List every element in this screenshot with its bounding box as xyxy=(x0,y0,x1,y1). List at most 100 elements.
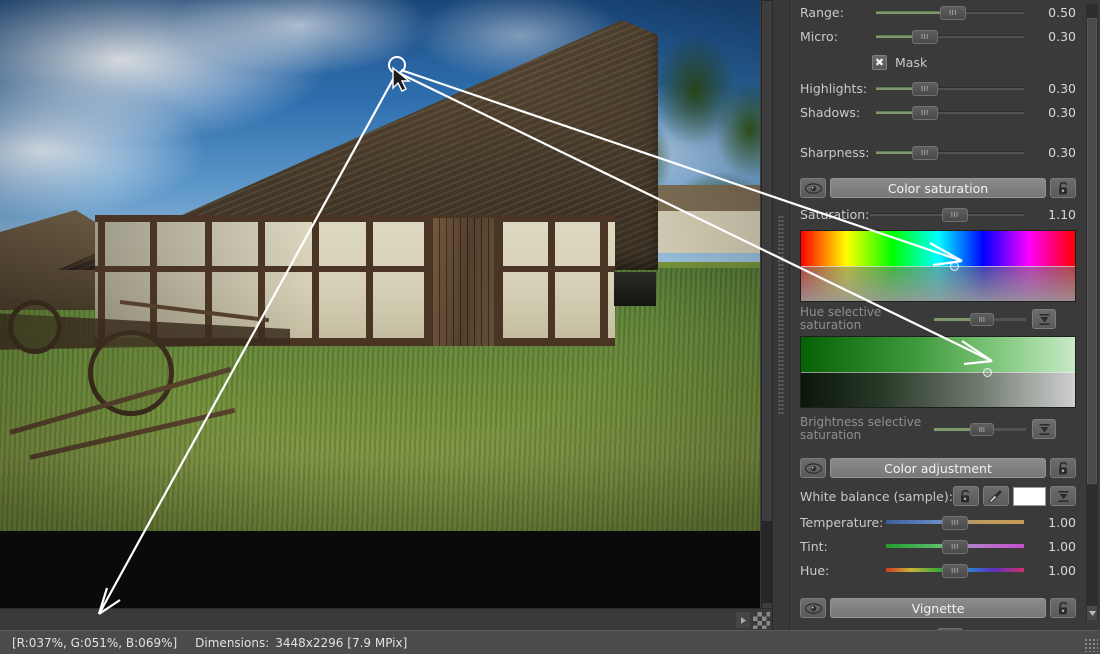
vignette-lock-icon[interactable] xyxy=(1050,598,1076,618)
color-saturation-title[interactable]: Color saturation xyxy=(830,178,1046,198)
saturation-thumb[interactable]: III xyxy=(941,208,968,222)
highlights-thumb[interactable]: III xyxy=(911,82,938,96)
shadows-label: Shadows: xyxy=(800,104,861,120)
color-saturation-eye-icon[interactable] xyxy=(800,178,826,198)
hue-selective-saturation-slider[interactable]: III xyxy=(934,311,1026,327)
highlights-value: 0.30 xyxy=(1048,80,1076,96)
temperature-label: Temperature: xyxy=(800,514,884,530)
temperature-slider[interactable]: III xyxy=(886,513,1024,531)
image-canvas-pane[interactable] xyxy=(0,0,772,630)
dimensions-value: 3448x2296 [7.9 MPix] xyxy=(275,635,408,650)
hue-selective-reset-icon[interactable] xyxy=(1032,309,1056,329)
brightness-gradient-top xyxy=(801,337,1075,372)
hue-field-knob[interactable] xyxy=(949,261,959,271)
white-balance-reset-icon[interactable] xyxy=(1050,486,1076,506)
transparency-checker-swatch[interactable] xyxy=(753,612,770,629)
vignette-amount-row: Amount: III 0.00 xyxy=(790,622,1086,630)
vignette-title[interactable]: Vignette xyxy=(830,598,1046,618)
micro-slider[interactable]: III xyxy=(876,27,1024,45)
brightness-field-knob[interactable] xyxy=(982,367,992,377)
window-resize-grip[interactable] xyxy=(1084,638,1098,652)
saturation-label: Saturation: xyxy=(800,206,870,222)
image-scroll-right-arrow[interactable] xyxy=(736,612,750,628)
image-horizontal-scrollbar[interactable] xyxy=(0,608,772,630)
panel-scroll-thumb[interactable] xyxy=(1087,18,1097,484)
tint-slider[interactable]: III xyxy=(886,537,1024,555)
white-balance-label: White balance (sample): xyxy=(800,488,953,504)
hue-field-midline xyxy=(801,266,1075,267)
photo-vignette-overlay xyxy=(0,0,760,531)
color-adjustment-header: Color adjustment xyxy=(800,458,1076,478)
tint-row: Tint: III 1.00 xyxy=(790,534,1086,558)
color-adjustment-title[interactable]: Color adjustment xyxy=(830,458,1046,478)
micro-label: Micro: xyxy=(800,28,838,44)
shadows-thumb[interactable]: III xyxy=(911,106,938,120)
mask-label: Mask xyxy=(895,54,928,70)
photo-image[interactable] xyxy=(0,0,760,531)
sharpness-slider[interactable]: III xyxy=(876,143,1024,161)
tint-label: Tint: xyxy=(800,538,828,554)
highlights-row: Highlights: III 0.30 xyxy=(790,76,1086,100)
range-label: Range: xyxy=(800,4,844,20)
range-slider[interactable]: III xyxy=(876,3,1024,21)
temperature-row: Temperature: III 1.00 xyxy=(790,510,1086,534)
mask-check-mark: ✖ xyxy=(874,55,885,69)
sharpness-thumb[interactable]: III xyxy=(911,146,938,160)
highlights-slider[interactable]: III xyxy=(876,79,1024,97)
hue-selective-saturation-field[interactable] xyxy=(800,230,1076,302)
temperature-thumb[interactable]: III xyxy=(942,516,968,530)
color-adjustment-eye-icon[interactable] xyxy=(800,458,826,478)
saturation-value: 1.10 xyxy=(1048,206,1076,222)
panel-scroll-down-arrow[interactable] xyxy=(1087,606,1097,620)
shadows-value: 0.30 xyxy=(1048,104,1076,120)
hue-slider[interactable]: III xyxy=(886,561,1024,579)
brightness-field-midline xyxy=(801,372,1075,373)
color-saturation-header: Color saturation xyxy=(800,178,1076,198)
micro-value: 0.30 xyxy=(1048,28,1076,44)
splitter-grip-dots xyxy=(778,215,784,415)
status-bar: [R:037%, G:051%, B:069%] Dimensions: 344… xyxy=(0,630,1100,654)
saturation-row: Saturation: III 1.10 xyxy=(790,202,1086,226)
hue-selective-saturation-label: Hue selective saturation xyxy=(800,305,882,332)
dimensions-label: Dimensions: xyxy=(195,635,270,650)
panel-vertical-scrollbar[interactable] xyxy=(1086,4,1098,620)
white-balance-color-swatch[interactable] xyxy=(1012,486,1046,506)
brightness-selective-saturation-slider[interactable]: III xyxy=(934,421,1026,437)
white-balance-row: White balance (sample): xyxy=(790,482,1086,510)
shadows-row: Shadows: III 0.30 xyxy=(790,100,1086,124)
range-row: Range: III 0.50 xyxy=(790,0,1086,24)
temperature-value: 1.00 xyxy=(1048,514,1076,530)
image-vertical-scrollbar[interactable] xyxy=(760,0,772,618)
mask-checkbox[interactable]: ✖ xyxy=(872,54,887,70)
range-thumb[interactable]: III xyxy=(939,6,966,20)
white-balance-eyedropper-icon[interactable] xyxy=(982,486,1009,506)
bright-sel-thumb[interactable]: III xyxy=(969,423,994,436)
hue-sel-thumb[interactable]: III xyxy=(969,313,994,326)
brightness-gradient-bottom xyxy=(801,372,1075,407)
tint-thumb[interactable]: III xyxy=(942,540,968,554)
tint-value: 1.00 xyxy=(1048,538,1076,554)
vignette-eye-icon[interactable] xyxy=(800,598,826,618)
color-saturation-lock-icon[interactable] xyxy=(1050,178,1076,198)
hue-gradient-bottom xyxy=(801,266,1075,301)
panel-splitter-handle[interactable] xyxy=(772,0,790,630)
brightness-selective-saturation-label: Brightness selective saturation xyxy=(800,415,922,442)
shadows-slider[interactable]: III xyxy=(876,103,1024,121)
brightness-selective-reset-icon[interactable] xyxy=(1032,419,1056,439)
color-adjustment-lock-icon[interactable] xyxy=(1050,458,1076,478)
micro-thumb[interactable]: III xyxy=(911,30,938,44)
white-balance-lock-icon[interactable] xyxy=(952,486,979,506)
image-vscroll-thumb[interactable] xyxy=(762,1,772,521)
hue-value: 1.00 xyxy=(1048,562,1076,578)
adjustments-panel: Range: III 0.50 Micro: III 0.30 ✖ Mask H… xyxy=(790,0,1100,630)
mask-row: ✖ Mask xyxy=(790,48,1086,76)
saturation-slider[interactable]: III xyxy=(870,205,1024,223)
application-window: Range: III 0.50 Micro: III 0.30 ✖ Mask H… xyxy=(0,0,1100,654)
brightness-selective-saturation-field[interactable] xyxy=(800,336,1076,408)
hue-selective-saturation-row: Hue selective saturation III xyxy=(790,306,1086,332)
brightness-selective-saturation-row: Brightness selective saturation III xyxy=(790,412,1086,446)
rgb-readout: [R:037%, G:051%, B:069%] xyxy=(12,635,178,650)
hue-row: Hue: III 1.00 xyxy=(790,558,1086,582)
hue-thumb[interactable]: III xyxy=(942,564,968,578)
sharpness-value: 0.30 xyxy=(1048,144,1076,160)
